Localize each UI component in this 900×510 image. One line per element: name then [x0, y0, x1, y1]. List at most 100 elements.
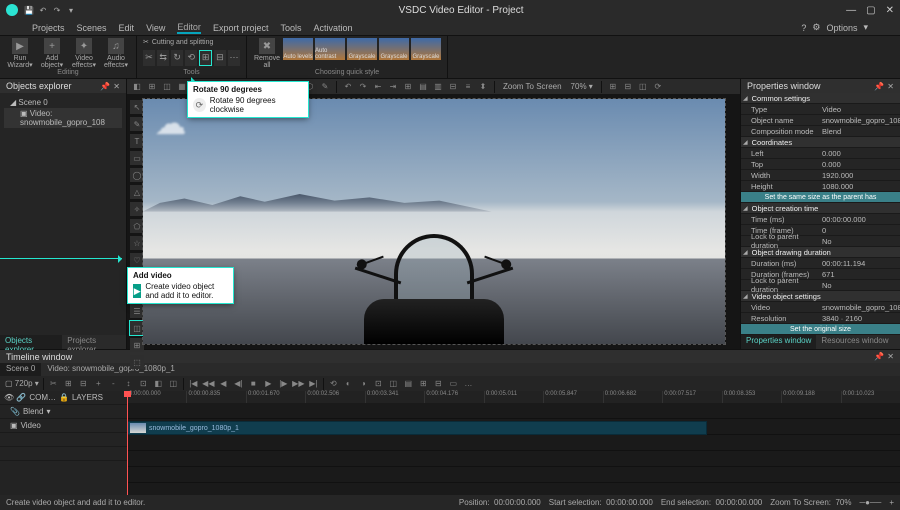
tl-ex-8[interactable]: ▭: [448, 378, 459, 389]
tl-ico-7[interactable]: ◧: [153, 378, 164, 389]
qat-redo-icon[interactable]: ↷: [52, 5, 62, 15]
cv-c4-icon[interactable]: ⊞: [402, 81, 414, 93]
cv-a0-icon[interactable]: ◧: [131, 81, 143, 93]
gear-icon[interactable]: ⚙: [812, 22, 820, 33]
tl-ico-3[interactable]: +: [93, 378, 104, 389]
tool-btn-2[interactable]: ↻: [171, 50, 183, 66]
prop-row[interactable]: Left0.000: [741, 148, 900, 159]
ribbon-add[interactable]: +Addobject▾: [38, 38, 66, 69]
panel-pin-icon[interactable]: 📌: [874, 82, 884, 91]
tl-ico-5[interactable]: ↕: [123, 378, 134, 389]
tl-ex-5[interactable]: ▤: [403, 378, 414, 389]
ribbon-video[interactable]: ✦Videoeffects▾: [70, 38, 98, 69]
prop-row[interactable]: Lock to parent durationNo: [741, 236, 900, 247]
tl-ex-0[interactable]: ⟲: [328, 378, 339, 389]
track-header-blend[interactable]: 📎 Blend ▾: [0, 405, 127, 419]
tab-properties-window[interactable]: Properties window: [741, 335, 816, 349]
transport-7[interactable]: ▶▶: [293, 378, 304, 389]
cv-c0-icon[interactable]: ↶: [342, 81, 354, 93]
prop-section[interactable]: Object drawing duration: [741, 247, 900, 258]
tl-ex-4[interactable]: ◫: [388, 378, 399, 389]
tl-ex-1[interactable]: ◐: [343, 378, 354, 389]
menu-edit[interactable]: Edit: [119, 23, 135, 33]
cv-c3-icon[interactable]: ⇥: [387, 81, 399, 93]
transport-5[interactable]: ▶: [263, 378, 274, 389]
video-preview[interactable]: ☁: [143, 99, 725, 344]
tab-resources-window[interactable]: Resources window: [816, 335, 893, 349]
track-row-video[interactable]: snowmobile_gopro_1080p_1: [127, 419, 900, 435]
prop-section[interactable]: Video object settings: [741, 291, 900, 302]
cv-d1-icon[interactable]: ⊟: [622, 81, 634, 93]
tree-item-video[interactable]: ▣ Video: snowmobile_gopro_108: [4, 108, 122, 128]
objects-tree[interactable]: ◢ Scene 0 ▣ Video: snowmobile_gopro_108: [0, 93, 126, 335]
quickstyle-auto-contrast[interactable]: Auto contrast: [315, 38, 345, 60]
tl-ico-1[interactable]: ⊞: [63, 378, 74, 389]
transport-8[interactable]: ▶|: [308, 378, 319, 389]
remove-all-button[interactable]: ✖Remove all: [253, 38, 281, 69]
transport-1[interactable]: ◀◀: [203, 378, 214, 389]
cv-c8-icon[interactable]: ≡: [462, 81, 474, 93]
quickstyle-grayscale[interactable]: Grayscale: [347, 38, 377, 60]
zoom-slider[interactable]: ─●──: [859, 498, 881, 507]
qat-save-icon[interactable]: 💾: [24, 5, 34, 15]
tl-ex-2[interactable]: ◑: [358, 378, 369, 389]
ribbon-audio[interactable]: ♫Audioeffects▾: [102, 38, 130, 69]
track-header-compose[interactable]: 👁 🔗 COM… 🔒 LAYERS: [0, 391, 127, 405]
prop-row[interactable]: Time (ms)00:00:00.000: [741, 214, 900, 225]
tool-btn-0[interactable]: ✂: [143, 50, 155, 66]
tree-scene[interactable]: ◢ Scene 0: [4, 97, 122, 108]
prop-row[interactable]: Duration (ms)00:00:11.194: [741, 258, 900, 269]
sidetool-15[interactable]: ⬚: [130, 355, 144, 369]
menu-projects[interactable]: Projects: [32, 23, 65, 33]
transport-3[interactable]: ◀|: [233, 378, 244, 389]
maximize-icon[interactable]: ▢: [866, 5, 875, 16]
tl-ex-9[interactable]: …: [463, 378, 474, 389]
timeline-ruler[interactable]: 0:00:00.0000:00:00.8350:00:01.6700:00:02…: [127, 391, 900, 403]
transport-2[interactable]: ◀: [218, 378, 229, 389]
transport-4[interactable]: ■: [248, 378, 259, 389]
cv-a3-icon[interactable]: ▦: [176, 81, 188, 93]
tab-objects-explorer[interactable]: Objects explorer: [0, 335, 62, 349]
minimize-icon[interactable]: —: [846, 5, 856, 16]
tool-btn-6[interactable]: ⋯: [228, 50, 240, 66]
properties-list[interactable]: Common settingsTypeVideoObject namesnowm…: [741, 93, 900, 335]
tl-ex-7[interactable]: ⊟: [433, 378, 444, 389]
transport-6[interactable]: |▶: [278, 378, 289, 389]
zoom-plus-icon[interactable]: +: [889, 498, 894, 507]
panel-close-icon[interactable]: ✕: [887, 82, 894, 91]
prop-row[interactable]: Height1080.000: [741, 181, 900, 192]
tl-ex-3[interactable]: ⊡: [373, 378, 384, 389]
cv-c2-icon[interactable]: ⇤: [372, 81, 384, 93]
menu-tools[interactable]: Tools: [280, 23, 301, 33]
tl-ico-0[interactable]: ✂: [48, 378, 59, 389]
tab-projects-explorer[interactable]: Projects explorer: [62, 335, 126, 349]
playhead[interactable]: [127, 391, 128, 495]
menu-view[interactable]: View: [146, 23, 165, 33]
tool-btn-1[interactable]: ⇆: [157, 50, 169, 66]
resolution-drop[interactable]: ▢ 720p ▾: [5, 379, 39, 388]
cv-a1-icon[interactable]: ⊞: [146, 81, 158, 93]
tl-ex-6[interactable]: ⊞: [418, 378, 429, 389]
help-icon[interactable]: ?: [801, 23, 806, 33]
menu-editor[interactable]: Editor: [177, 22, 201, 34]
prop-row[interactable]: Composition modeBlend: [741, 126, 900, 137]
cv-d2-icon[interactable]: ◫: [637, 81, 649, 93]
qat-undo-icon[interactable]: ↶: [38, 5, 48, 15]
quickstyle-auto-levels[interactable]: Auto levels: [283, 38, 313, 60]
tool-btn-4[interactable]: ⊞: [199, 50, 212, 66]
timeline-clip[interactable]: snowmobile_gopro_1080p_1: [127, 421, 707, 435]
cv-c1-icon[interactable]: ↷: [357, 81, 369, 93]
menu-activation[interactable]: Activation: [313, 23, 352, 33]
options-label[interactable]: Options: [826, 23, 857, 33]
tl-ico-2[interactable]: ⊟: [78, 378, 89, 389]
timeline-tracks[interactable]: 0:00:00.0000:00:00.8350:00:01.6700:00:02…: [127, 391, 900, 495]
menu-scenes[interactable]: Scenes: [77, 23, 107, 33]
panel-pin-icon[interactable]: 📌: [874, 352, 884, 361]
cv-c5-icon[interactable]: ▤: [417, 81, 429, 93]
cv-a2-icon[interactable]: ◫: [161, 81, 173, 93]
quickstyle-grayscale[interactable]: Grayscale: [379, 38, 409, 60]
tl-tab-1[interactable]: Video: snowmobile_gopro_1080p_1: [41, 363, 181, 376]
prop-section[interactable]: Object creation time: [741, 203, 900, 214]
panel-close-icon[interactable]: ✕: [113, 82, 120, 91]
tl-ico-8[interactable]: ◫: [168, 378, 179, 389]
